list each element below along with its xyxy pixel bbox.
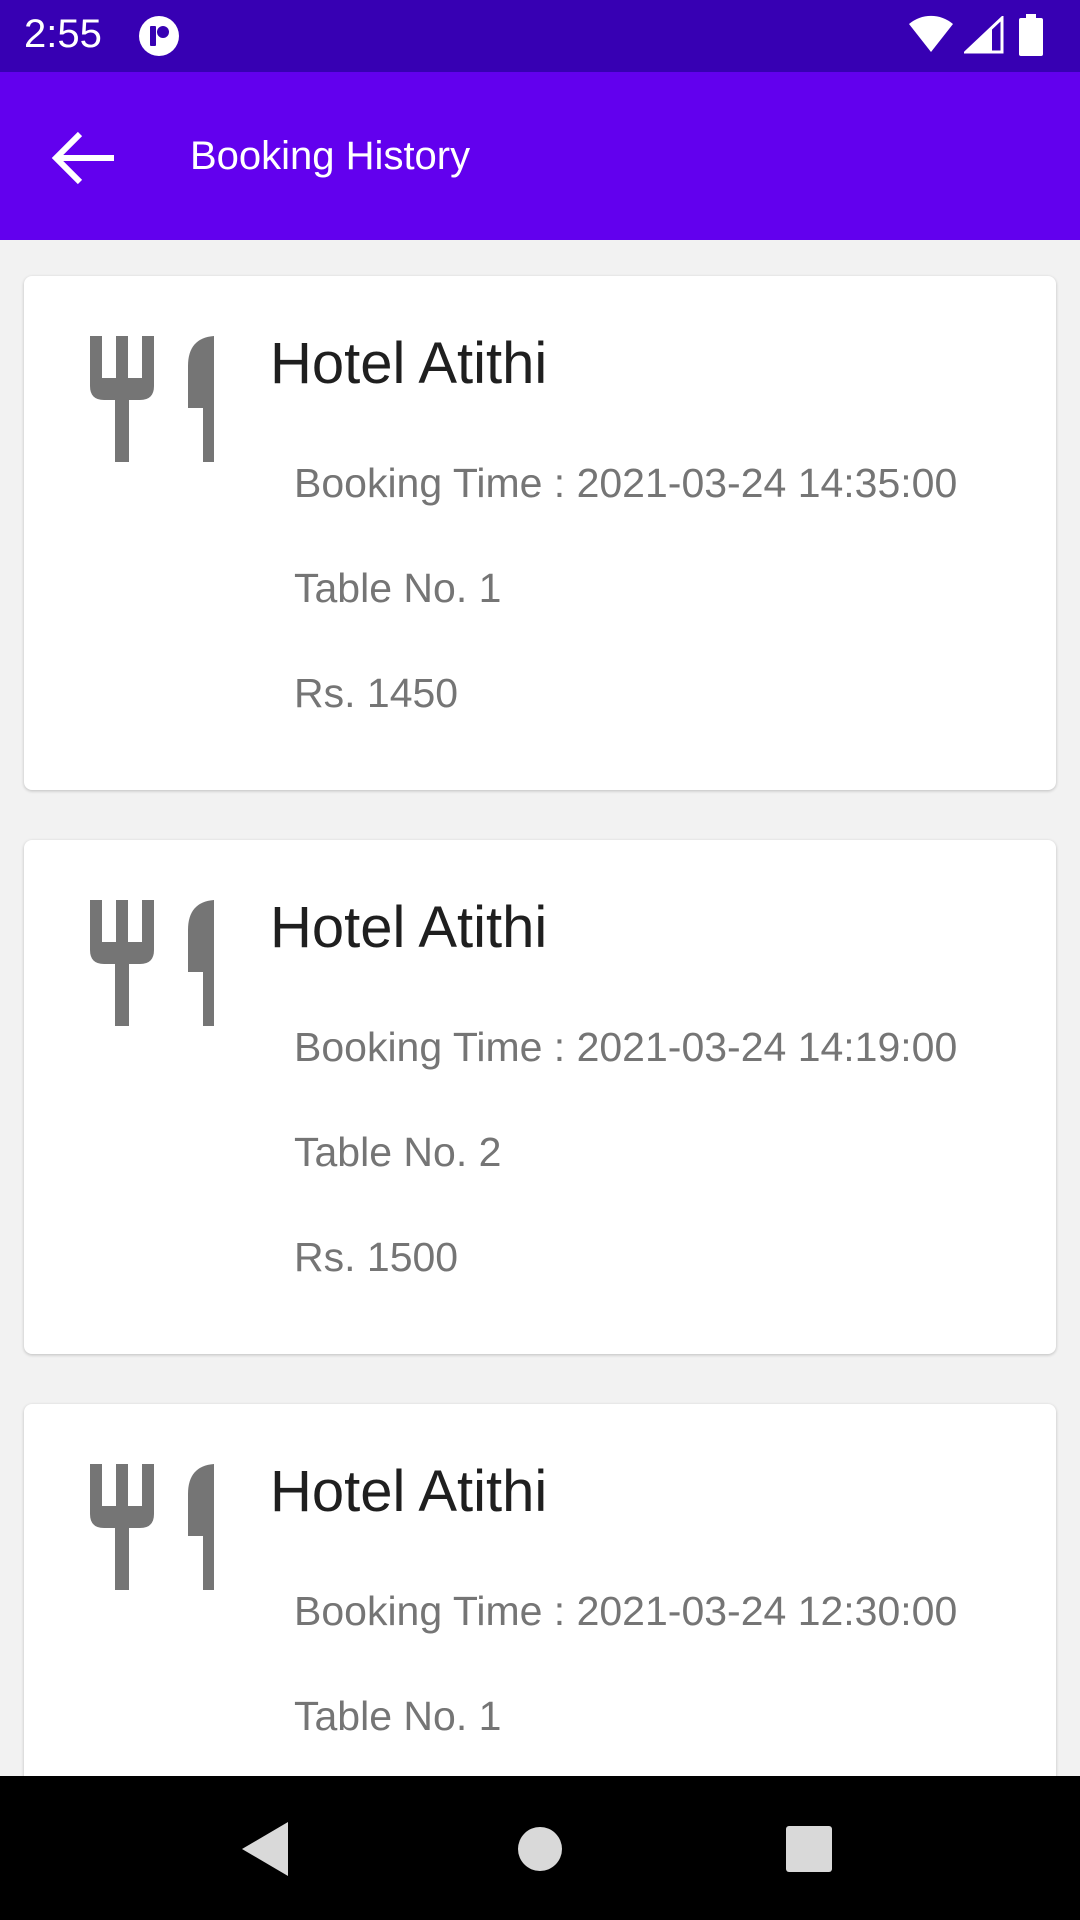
nav-home-button[interactable] (505, 1814, 575, 1884)
status-icons (908, 14, 1058, 58)
booking-time: Booking Time : 2021-03-24 14:35:00 (294, 460, 958, 506)
restaurant-icon (90, 900, 214, 1026)
triangle-back-icon (242, 1822, 288, 1876)
wifi-icon (909, 15, 953, 52)
hotel-name: Hotel Atithi (270, 1459, 548, 1524)
arrow-back-icon (51, 131, 114, 185)
booking-card[interactable]: Hotel Atithi Booking Time : 2021-03-24 1… (24, 276, 1056, 790)
hotel-name: Hotel Atithi (270, 331, 548, 396)
battery-icon (1019, 14, 1043, 56)
table-number: Table No. 1 (294, 1693, 502, 1739)
navigation-bar (0, 1776, 1080, 1920)
nav-recents-button[interactable] (775, 1814, 845, 1884)
restaurant-icon (90, 1464, 214, 1590)
booking-price: Rs. 1500 (294, 1234, 459, 1280)
page-title: Booking History (190, 134, 471, 178)
booking-time: Booking Time : 2021-03-24 14:19:00 (294, 1024, 958, 1070)
nav-back-button[interactable] (230, 1814, 300, 1884)
app-notification-icon (139, 16, 179, 56)
booking-time: Booking Time : 2021-03-24 12:30:00 (294, 1588, 958, 1634)
restaurant-icon (90, 336, 214, 462)
table-number: Table No. 2 (294, 1129, 502, 1175)
booking-price: Rs. 1450 (294, 670, 459, 716)
status-bar: 2:55 (0, 0, 1080, 72)
hotel-name: Hotel Atithi (270, 895, 548, 960)
app-bar: Booking History (0, 72, 1080, 240)
circle-home-icon (518, 1827, 562, 1871)
table-number: Table No. 1 (294, 565, 502, 611)
cell-signal-icon (964, 16, 1004, 54)
booking-card[interactable]: Hotel Atithi Booking Time : 2021-03-24 1… (24, 840, 1056, 1354)
back-button[interactable] (44, 118, 124, 198)
square-recents-icon (786, 1826, 832, 1872)
status-time: 2:55 (24, 12, 102, 56)
